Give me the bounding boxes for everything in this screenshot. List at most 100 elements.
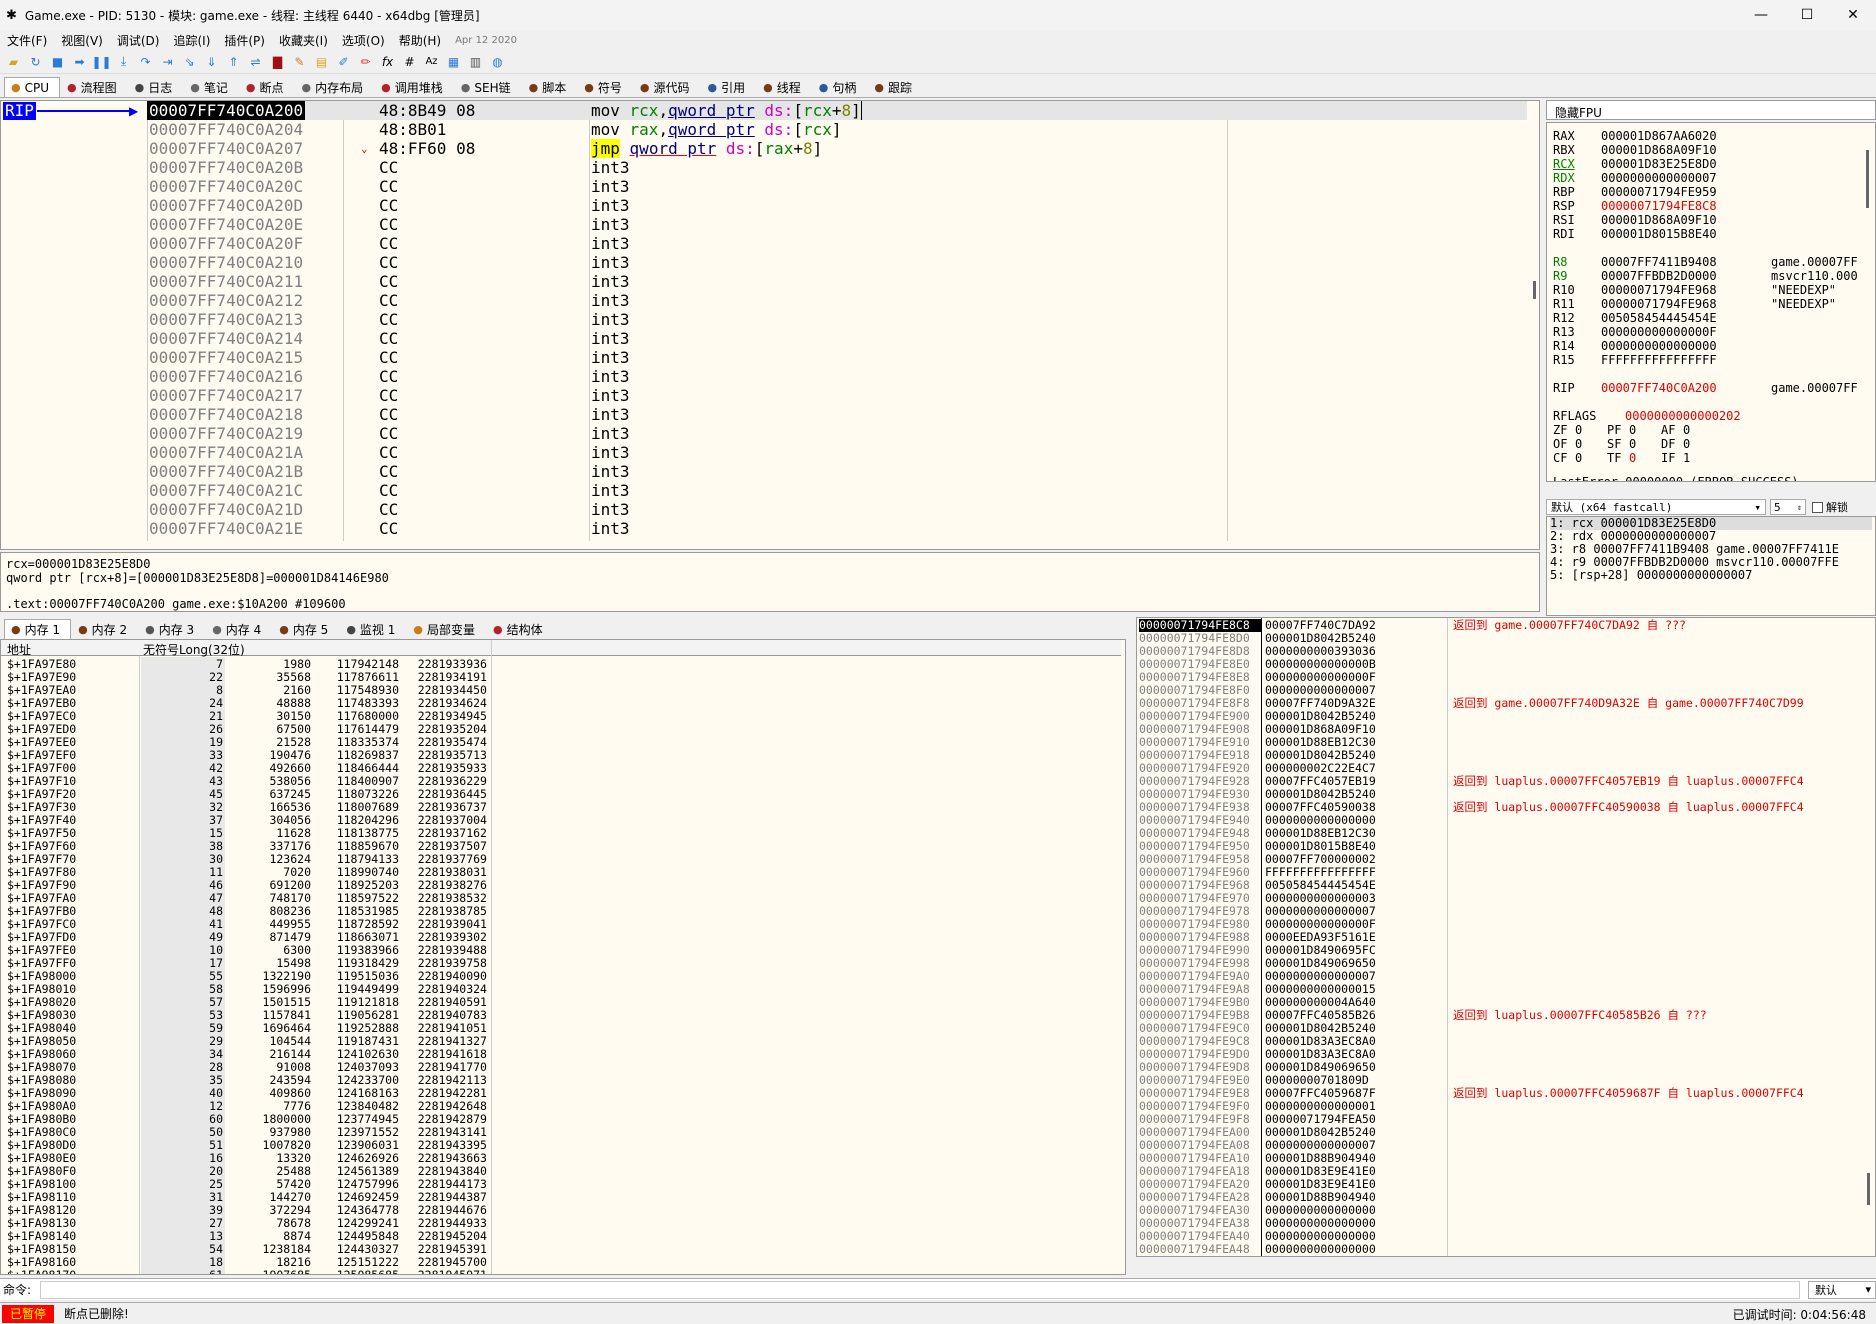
disasm-row[interactable]: 00007FF740C0A21C CC int3 xyxy=(147,481,1527,500)
tab-symbol[interactable]: ● 符号 xyxy=(577,77,633,97)
disasm-row[interactable]: 00007FF740C0A215 CC int3 xyxy=(147,348,1527,367)
register-row[interactable]: RAX 000001D867AA6020 xyxy=(1553,129,1771,143)
stack-row[interactable]: 00000071794FE968 005058454445454E xyxy=(1137,879,1875,892)
disasm-row[interactable]: 00007FF740C0A213 CC int3 xyxy=(147,310,1527,329)
step-over-icon[interactable]: ↷ xyxy=(136,52,155,71)
register-row-rflags[interactable]: RFLAGS 0000000000000202 xyxy=(1553,409,1795,423)
font-icon[interactable]: Az xyxy=(422,52,441,71)
command-mode-select[interactable]: 默认 ▾ xyxy=(1808,1280,1876,1299)
stack-scrollbar[interactable] xyxy=(1867,1173,1870,1205)
stack-row[interactable]: 00000071794FEA30 0000000000000000 xyxy=(1137,1204,1875,1217)
tab-memory1[interactable]: ● 内存 1 xyxy=(4,619,72,639)
stack-row[interactable]: 00000071794FEA28 000001D88B904940 xyxy=(1137,1191,1875,1204)
comments-icon[interactable]: ▤ xyxy=(312,52,331,71)
register-row[interactable]: RCX 000001D83E25E8D0 xyxy=(1553,157,1771,171)
tab-memory3[interactable]: ● 内存 3 xyxy=(138,619,205,639)
flags-row[interactable]: CF 0 TF 0 IF 1 xyxy=(1553,451,1715,465)
stack-row[interactable]: 00000071794FEA10 000001D88B904940 xyxy=(1137,1152,1875,1165)
tab-source[interactable]: ● 源代码 xyxy=(633,77,701,97)
stack-row[interactable]: 00000071794FE9D0 000001D83A3EC8A0 xyxy=(1137,1048,1875,1061)
stack-row[interactable]: 00000071794FE9E8 00007FFC4059687F 返回到 luap… xyxy=(1137,1087,1875,1100)
menu-file[interactable]: 文件(F) xyxy=(0,32,54,49)
stack-row[interactable]: 00000071794FE970 0000000000000003 xyxy=(1137,892,1875,905)
tab-trace[interactable]: ● 跟踪 xyxy=(867,77,923,97)
menu-options[interactable]: 选项(O) xyxy=(335,32,392,49)
register-row[interactable]: R13 000000000000000F xyxy=(1553,325,1771,339)
stack-row[interactable]: 00000071794FE978 0000000000000007 xyxy=(1137,905,1875,918)
disasm-row[interactable]: 00007FF740C0A21A CC int3 xyxy=(147,443,1527,462)
stack-row[interactable]: 00000071794FEA48 0000000000000000 xyxy=(1137,1243,1875,1256)
tab-struct[interactable]: ● 结构体 xyxy=(486,619,554,639)
command-input[interactable] xyxy=(40,1280,1800,1299)
disasm-row[interactable]: 00007FF740C0A21B CC int3 xyxy=(147,462,1527,481)
memory-dump-view[interactable]: 地址 无符号Long(32位) $+1FA97E80 7 1980 117942148… xyxy=(0,639,1126,1275)
tab-memory2[interactable]: ● 内存 2 xyxy=(71,619,138,639)
disassembly-view[interactable]: RIP ▶ 00007FF740C0A200 48:8B49 08 mov rcx,… xyxy=(0,100,1540,550)
tab-cpu[interactable]: ● CPU xyxy=(4,77,61,97)
open-icon[interactable]: ▰ xyxy=(4,52,23,71)
maximize-button[interactable]: ☐ xyxy=(1784,0,1830,30)
stack-row[interactable]: 00000071794FE980 000000000000000F xyxy=(1137,918,1875,931)
arguments-view[interactable]: 1: rcx 000001D83E25E8D0 2: rdx 0000000000… xyxy=(1546,516,1876,616)
tab-breakpoint[interactable]: ● 断点 xyxy=(239,77,295,97)
argument-row[interactable]: 5: [rsp+28] 0000000000000007 xyxy=(1550,569,1872,582)
register-row[interactable]: RDX 0000000000000007 xyxy=(1553,171,1771,185)
stack-row[interactable]: 00000071794FE9B8 00007FFC40585B26 返回到 luap… xyxy=(1137,1009,1875,1022)
tab-handles[interactable]: ● 句柄 xyxy=(812,77,868,97)
tab-references[interactable]: ● 引用 xyxy=(700,77,756,97)
register-row[interactable]: RSI 000001D868A09F10 xyxy=(1553,213,1771,227)
run-to-user-icon[interactable]: ⇓ xyxy=(202,52,221,71)
stack-row[interactable]: 00000071794FE958 00007FF700000002 xyxy=(1137,853,1875,866)
register-row[interactable]: RDI 000001D8015B8E40 xyxy=(1553,227,1771,241)
stack-row[interactable]: 00000071794FE8D0 000001D8042B5240 xyxy=(1137,632,1875,645)
registers-view[interactable]: RAX 000001D867AA6020 RBX 000001D868A09F10 RC… xyxy=(1546,122,1876,482)
stack-row[interactable]: 00000071794FE900 000001D8042B5240 xyxy=(1137,710,1875,723)
stack-row[interactable]: 00000071794FE928 00007FFC4057EB19 返回到 luap… xyxy=(1137,775,1875,788)
stack-view[interactable]: 00000071794FE8C8 00007FF740C7DA92 返回到 game… xyxy=(1136,617,1876,1257)
stack-row[interactable]: 00000071794FE9F0 0000000000000001 xyxy=(1137,1100,1875,1113)
functions-icon[interactable]: fx xyxy=(378,52,397,71)
stack-row[interactable]: 00000071794FE998 000001D849069650 xyxy=(1137,957,1875,970)
stack-row[interactable]: 00000071794FE908 000001D868A09F10 xyxy=(1137,723,1875,736)
trace-into-icon[interactable]: ⇥ xyxy=(158,52,177,71)
disasm-row[interactable]: 00007FF740C0A216 CC int3 xyxy=(147,367,1527,386)
tab-watch[interactable]: ● 监视 1 xyxy=(339,619,406,639)
menu-plugins[interactable]: 插件(P) xyxy=(217,32,272,49)
trace-over-icon[interactable]: ⇘ xyxy=(180,52,199,71)
flags-row[interactable]: OF 0 SF 0 DF 0 xyxy=(1553,437,1715,451)
tab-memory5[interactable]: ● 内存 5 xyxy=(272,619,339,639)
disasm-row[interactable]: 00007FF740C0A20D CC int3 xyxy=(147,196,1527,215)
dump-col-data[interactable]: 无符号Long(32位) xyxy=(143,641,245,658)
disasm-row[interactable]: 00007FF740C0A200 48:8B49 08 mov rcx,qword … xyxy=(147,101,1527,120)
register-row[interactable]: R15 FFFFFFFFFFFFFFFF xyxy=(1553,353,1771,367)
disasm-row[interactable]: 00007FF740C0A218 CC int3 xyxy=(147,405,1527,424)
stack-row[interactable]: 00000071794FE988 0000EEDA93F5161E xyxy=(1137,931,1875,944)
stack-row[interactable]: 00000071794FE938 00007FFC40590038 返回到 luap… xyxy=(1137,801,1875,814)
menu-trace[interactable]: 追踪(I) xyxy=(166,32,217,49)
menu-help[interactable]: 帮助(H) xyxy=(392,32,448,49)
stack-row[interactable]: 00000071794FEA08 0000000000000007 xyxy=(1137,1139,1875,1152)
stack-row[interactable]: 00000071794FE960 FFFFFFFFFFFFFFFF xyxy=(1137,866,1875,879)
tab-seh[interactable]: ● SEH链 xyxy=(454,77,522,97)
stack-row[interactable]: 00000071794FE940 0000000000000000 xyxy=(1137,814,1875,827)
script-icon[interactable]: ▦ xyxy=(444,52,463,71)
stack-row[interactable]: 00000071794FE8E8 000000000000000F xyxy=(1137,671,1875,684)
execute-till-return-icon[interactable]: ⇑ xyxy=(224,52,243,71)
stack-row[interactable]: 00000071794FE8E0 000000000000000B xyxy=(1137,658,1875,671)
dump-col-address[interactable]: 地址 xyxy=(7,641,31,658)
register-row[interactable]: R14 0000000000000000 xyxy=(1553,339,1771,353)
disasm-row[interactable]: 00007FF740C0A20F CC int3 xyxy=(147,234,1527,253)
disasm-row[interactable]: 00007FF740C0A204 48:8B01 mov rax,qword ptr… xyxy=(147,120,1527,139)
flags-row[interactable]: ZF 0 PF 0 AF 0 xyxy=(1553,423,1715,437)
calculator-icon[interactable]: ▥ xyxy=(466,52,485,71)
disasm-row[interactable]: 00007FF740C0A20E CC int3 xyxy=(147,215,1527,234)
register-row-rip[interactable]: RIP 00007FF740C0A200 game.00007FF xyxy=(1553,381,1858,395)
disasm-row[interactable]: 00007FF740C0A211 CC int3 xyxy=(147,272,1527,291)
hash-icon[interactable]: # xyxy=(400,52,419,71)
tab-threads[interactable]: ● 线程 xyxy=(756,77,812,97)
tab-graph[interactable]: ● 流程图 xyxy=(60,77,128,97)
labels-icon[interactable]: ✐ xyxy=(334,52,353,71)
disasm-row[interactable]: 00007FF740C0A21E CC int3 xyxy=(147,519,1527,538)
patch-icon[interactable]: ✎ xyxy=(290,52,309,71)
stack-row[interactable]: 00000071794FE8F8 00007FF740D9A32E 返回到 game… xyxy=(1137,697,1875,710)
